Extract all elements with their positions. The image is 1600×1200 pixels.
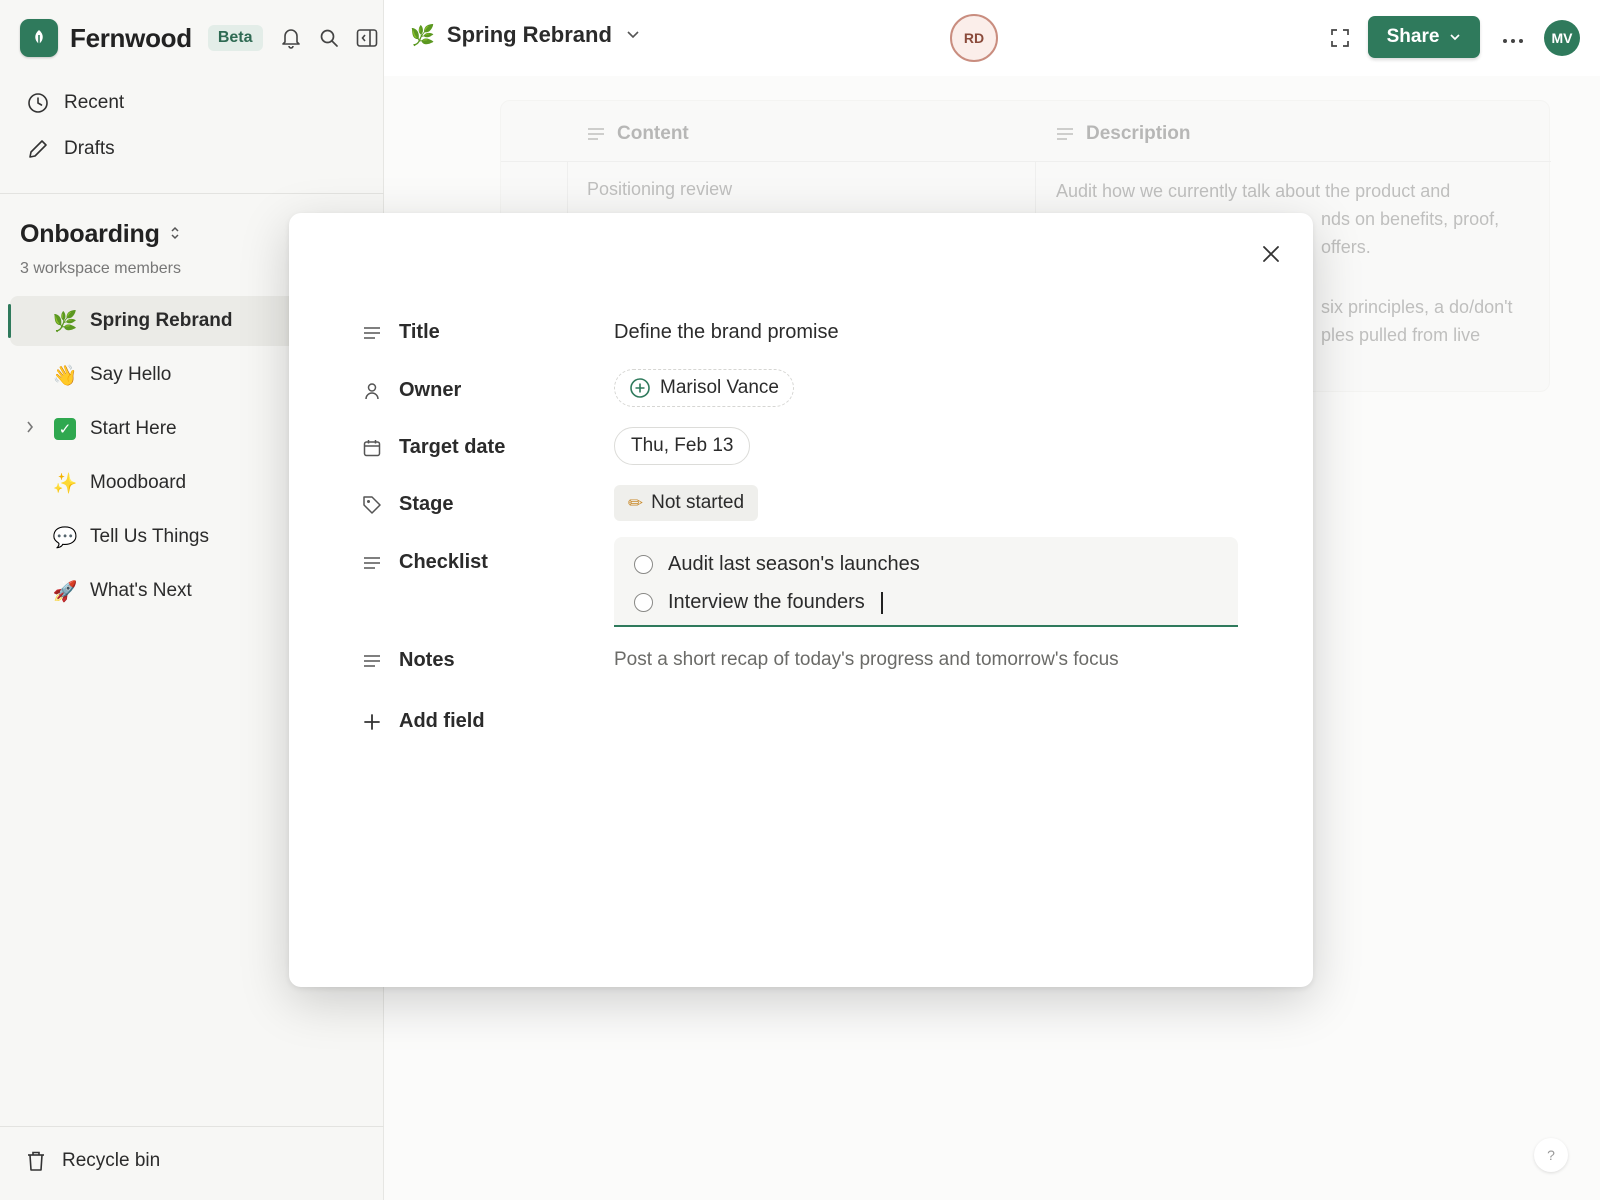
field-stage-label: Stage [361,493,453,516]
cell-description-line: nds on benefits, proof, [1321,209,1500,229]
field-notes-label: Notes [361,649,455,672]
cell-description-line: Audit how we currently talk about the pr… [1056,181,1451,201]
brand: Fernwood Beta [20,18,263,58]
field-owner-label: Owner [361,379,461,402]
column-header-content: Content [587,123,689,145]
item-detail-modal: Title Define the brand promise Owner Mar… [289,213,1313,987]
app-logo[interactable] [20,19,58,57]
field-checklist-label: Checklist [361,551,488,574]
app-name: Fernwood [70,22,192,53]
person-icon [361,380,383,402]
trash-icon [26,1150,46,1172]
plus-icon [361,711,383,733]
workspace-title: Onboarding [20,220,160,248]
title-value[interactable]: Define the brand promise [614,321,839,344]
workspace-members: 3 workspace members [20,260,181,277]
checklist-item[interactable]: Audit last season's launches [634,553,920,576]
stage-chip[interactable]: ✏ Not started [614,485,759,521]
tag-icon [361,494,383,516]
wave-icon: 👋 [52,363,78,387]
stage-value: Not started [651,492,745,513]
cell-content: Positioning review [587,179,733,199]
more-options-icon[interactable] [1502,24,1524,50]
chevron-down-icon [1449,33,1461,41]
page-label: Spring Rebrand [90,310,233,331]
bin-divider [0,1126,384,1127]
notes-input[interactable]: Post a short recap of today's progress a… [614,649,1119,671]
text-lines-icon [1056,127,1074,141]
chevron-right-icon[interactable] [26,420,34,437]
recycle-bin[interactable]: Recycle bin [26,1150,160,1172]
bell-icon[interactable] [280,24,302,52]
clock-icon [26,91,50,115]
page-label: Say Hello [90,364,172,385]
column-header-description: Description [1056,123,1191,145]
text-lines-icon [361,552,383,574]
sidebar-nav: Recent Drafts [14,80,370,172]
doc-title-switcher[interactable]: 🌿 Spring Rebrand [410,22,640,48]
add-field-button[interactable]: Add field [361,710,485,733]
sparkles-icon: ✨ [52,471,78,495]
search-icon[interactable] [318,24,340,52]
owner-value: Marisol Vance [660,377,779,398]
close-icon[interactable] [1258,241,1284,267]
workspace-switcher[interactable]: Onboarding [20,220,180,249]
herb-icon: 🌿 [410,23,435,47]
updown-chevron-icon [170,225,180,244]
cell-description-line: ples pulled from live [1321,325,1481,345]
share-label: Share [1386,26,1440,47]
text-lines-icon [587,127,605,141]
date-chip[interactable]: Thu, Feb 13 [614,427,751,465]
nav-recent-label: Recent [64,92,125,113]
rocket-icon: 🚀 [52,579,78,603]
recycle-bin-label: Recycle bin [62,1150,161,1171]
checklist-editor[interactable]: Audit last season's launches Interview t… [614,537,1238,627]
sidebar-divider [0,193,384,194]
speech-bubble-icon: 💬 [52,525,78,549]
check-box-icon: ✓ [54,418,76,440]
herb-icon: 🌿 [52,309,78,333]
field-date-label: Target date [361,436,505,459]
page-label: What's Next [90,580,192,601]
page-label: Tell Us Things [90,526,209,547]
text-caret [880,591,883,614]
collapse-sidebar-icon[interactable] [356,24,378,52]
checkbox-circle[interactable] [634,555,653,574]
user-avatar[interactable]: MV [1544,20,1580,56]
nav-drafts[interactable]: Drafts [14,126,370,172]
owner-chip[interactable]: Marisol Vance [614,369,794,407]
field-title-label: Title [361,321,440,344]
pencil-icon: ✏ [628,492,644,514]
table-divider [501,161,1551,162]
sidebar-top-icons [280,24,378,52]
plus-circle-icon [629,377,651,399]
calendar-icon [361,437,383,459]
cell-description-line: offers. [1321,237,1371,257]
fullscreen-icon[interactable] [1328,26,1352,50]
chevron-down-icon [626,30,640,40]
nav-recent[interactable]: Recent [14,80,370,126]
help-button[interactable]: ? [1534,1138,1568,1172]
nav-drafts-label: Drafts [64,138,115,159]
cell-description-line: six principles, a do/don't [1321,297,1513,317]
page-label: Moodboard [90,472,187,493]
pencil-icon [26,137,50,161]
beta-badge: Beta [207,25,263,51]
collaborator-avatar[interactable]: RD [950,14,998,62]
page-label: Start Here [90,418,177,439]
share-button[interactable]: Share [1368,16,1480,58]
text-lines-icon [361,650,383,672]
checklist-item[interactable]: Interview the founders [634,591,883,614]
text-lines-icon [361,322,383,344]
header: 🌿 Spring Rebrand RD Share MV [384,0,1600,76]
checkbox-circle[interactable] [634,593,653,612]
doc-title: Spring Rebrand [446,22,612,47]
